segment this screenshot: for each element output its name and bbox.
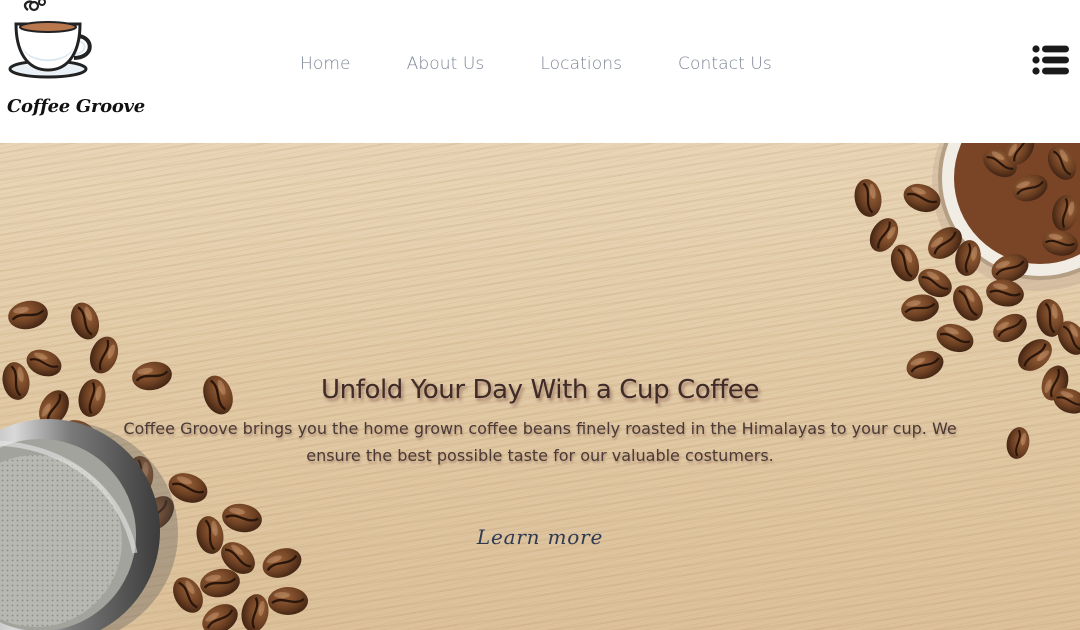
menu-toggle-button[interactable] [1032,45,1070,75]
hero-description: Coffee Groove brings you the home grown … [123,419,957,465]
learn-more-link[interactable]: Learn more [440,525,640,549]
nav-link-about-us[interactable]: About Us [407,54,485,74]
hero-heading: Unfold Your Day With a Cup Coffee [321,375,759,405]
site-header: Coffee Groove Home About Us Locations Co… [0,0,1080,143]
coffee-cup-icon [8,0,92,79]
nav-link-contact-us[interactable]: Contact Us [678,54,772,74]
hamburger-menu-icon [1032,45,1069,75]
nav-link-locations[interactable]: Locations [540,54,622,74]
main-nav: Home About Us Locations Contact Us [300,52,828,76]
page: Coffee Groove Home About Us Locations Co… [0,0,1080,630]
hero-section: Unfold Your Day With a Cup Coffee Coffee… [0,143,1080,630]
brand-logo[interactable]: Coffee Groove [0,0,145,130]
nav-link-home[interactable]: Home [300,54,351,74]
brand-name: Coffee Groove [7,96,145,117]
